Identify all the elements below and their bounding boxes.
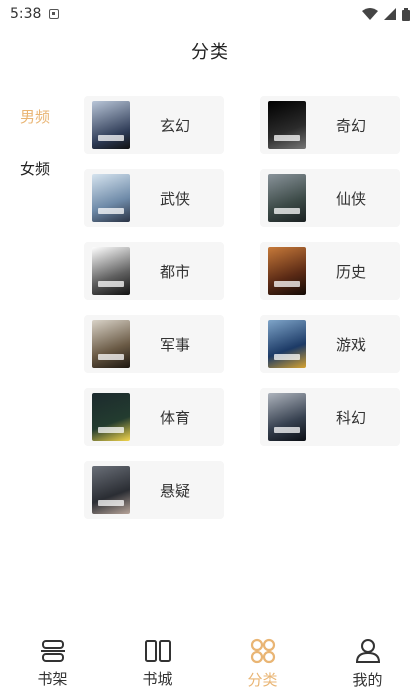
category-label: 悬疑 bbox=[160, 481, 191, 500]
category-grid: 玄幻 奇幻 武侠 仙侠 都市 历史 军事 游戏 体育 科幻 悬疑 bbox=[84, 96, 404, 519]
category-card-xianxia[interactable]: 仙侠 bbox=[260, 169, 400, 227]
book-cover-image bbox=[92, 247, 130, 295]
battery-icon bbox=[402, 7, 410, 21]
nav-profile[interactable]: 我的 bbox=[315, 638, 420, 690]
profile-icon bbox=[355, 639, 380, 663]
bookshelf-icon bbox=[40, 640, 65, 662]
book-cover-image bbox=[268, 101, 306, 149]
category-label: 玄幻 bbox=[160, 116, 191, 135]
bottom-navigation: 书架 书城 分类 我的 bbox=[0, 628, 420, 700]
category-label: 科幻 bbox=[336, 408, 367, 427]
book-cover-image bbox=[268, 247, 306, 295]
book-cover-image bbox=[92, 466, 130, 514]
category-label: 历史 bbox=[336, 262, 367, 281]
category-card-youxi[interactable]: 游戏 bbox=[260, 315, 400, 373]
nav-label: 书城 bbox=[142, 670, 173, 688]
category-label: 都市 bbox=[160, 262, 191, 281]
category-label: 体育 bbox=[160, 408, 191, 427]
nav-label: 书架 bbox=[37, 670, 68, 688]
category-card-xuanyi[interactable]: 悬疑 bbox=[84, 461, 224, 519]
status-bar: 5:38 bbox=[0, 0, 420, 28]
book-cover-image bbox=[92, 174, 130, 222]
category-label: 游戏 bbox=[336, 335, 367, 354]
bookstore-icon bbox=[144, 640, 171, 662]
category-card-wuxia[interactable]: 武侠 bbox=[84, 169, 224, 227]
nav-label: 我的 bbox=[352, 671, 383, 689]
category-card-tiyu[interactable]: 体育 bbox=[84, 388, 224, 446]
tab-male[interactable]: 男频 bbox=[0, 90, 70, 142]
book-cover-image bbox=[268, 320, 306, 368]
gender-tabs: 男频 女频 bbox=[0, 90, 70, 194]
nav-label: 分类 bbox=[247, 671, 278, 689]
page-title: 分类 bbox=[191, 42, 229, 63]
tab-female[interactable]: 女频 bbox=[0, 142, 70, 194]
wifi-icon bbox=[362, 8, 378, 20]
category-icon bbox=[250, 638, 275, 664]
book-cover-image bbox=[92, 320, 130, 368]
book-cover-image bbox=[268, 393, 306, 441]
category-card-dushi[interactable]: 都市 bbox=[84, 242, 224, 300]
category-label: 武侠 bbox=[160, 189, 191, 208]
category-card-lishi[interactable]: 历史 bbox=[260, 242, 400, 300]
nav-category[interactable]: 分类 bbox=[210, 638, 315, 690]
category-card-xuanhuan[interactable]: 玄幻 bbox=[84, 96, 224, 154]
book-cover-image bbox=[92, 101, 130, 149]
category-label: 军事 bbox=[160, 335, 191, 354]
notification-app-icon bbox=[49, 9, 60, 19]
category-card-qihuan[interactable]: 奇幻 bbox=[260, 96, 400, 154]
category-card-kehuan[interactable]: 科幻 bbox=[260, 388, 400, 446]
nav-bookshelf[interactable]: 书架 bbox=[0, 639, 105, 689]
status-time: 5:38 bbox=[10, 6, 42, 22]
category-label: 仙侠 bbox=[336, 189, 367, 208]
book-cover-image bbox=[268, 174, 306, 222]
category-label: 奇幻 bbox=[336, 116, 367, 135]
signal-icon bbox=[384, 8, 396, 20]
book-cover-image bbox=[92, 393, 130, 441]
nav-bookstore[interactable]: 书城 bbox=[105, 639, 210, 689]
category-card-junshi[interactable]: 军事 bbox=[84, 315, 224, 373]
